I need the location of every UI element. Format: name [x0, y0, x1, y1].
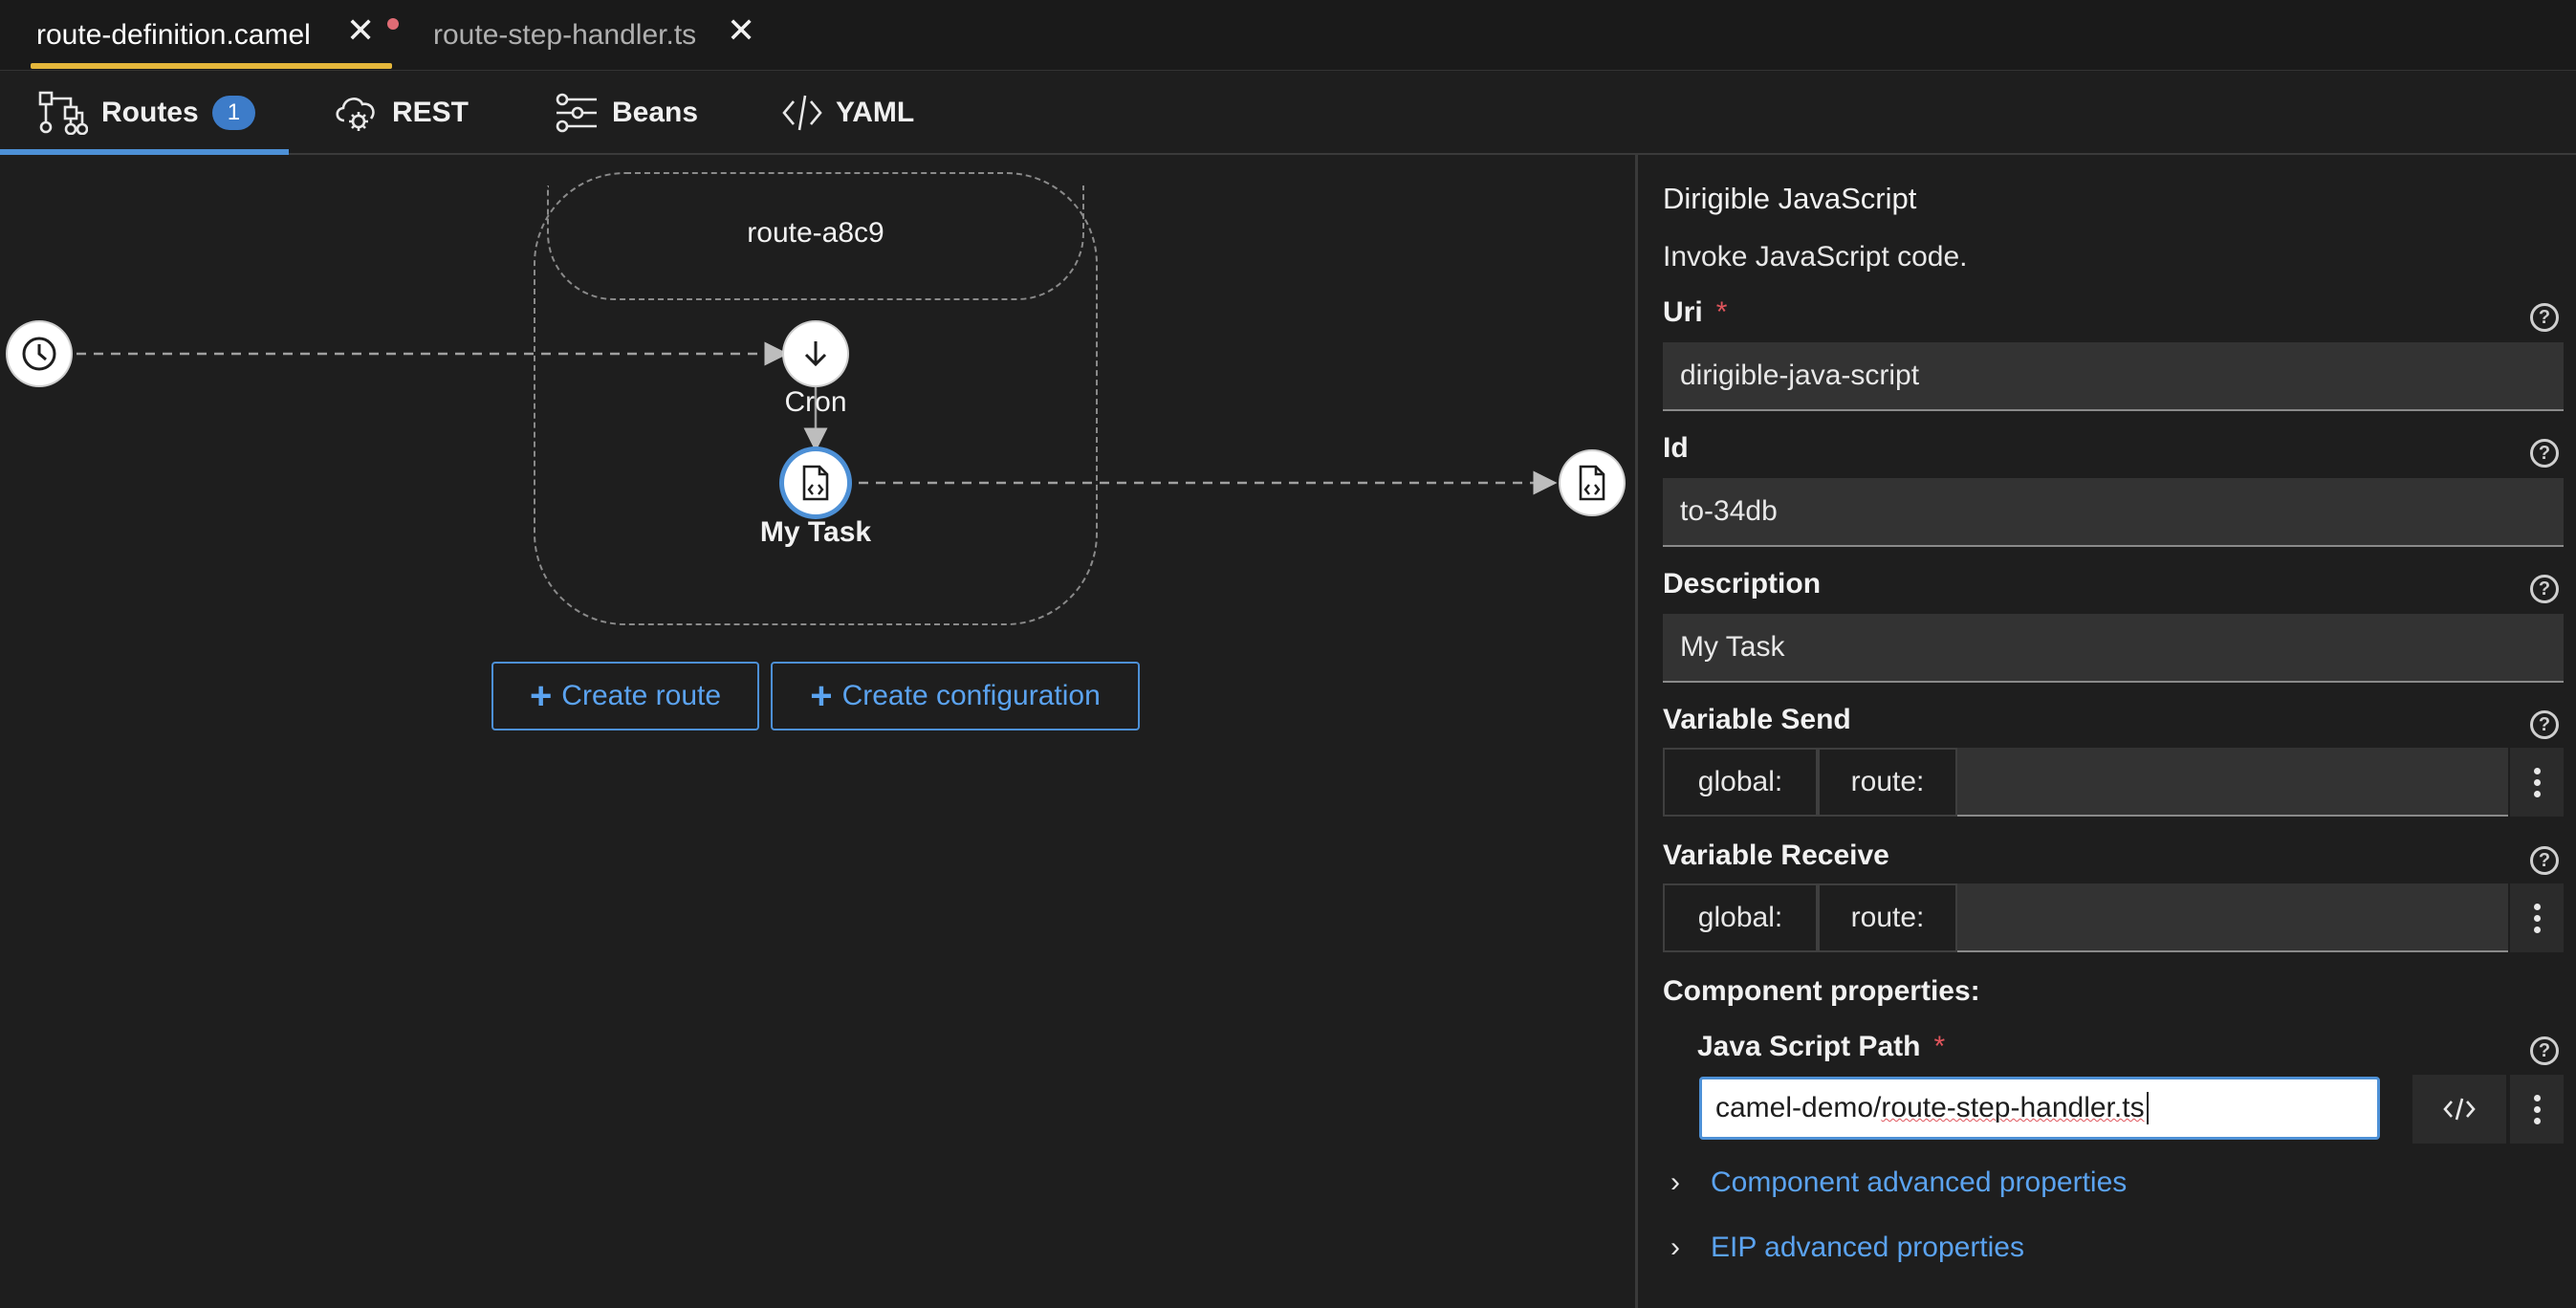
tab-routes[interactable]: Routes 1 [38, 71, 256, 155]
route-canvas[interactable]: route-a8c9 Cron My Task + Create route +… [0, 155, 1635, 1308]
tab-label: Routes [101, 97, 199, 128]
route-header[interactable]: route-a8c9 [547, 185, 1084, 300]
help-icon[interactable]: ? [2530, 710, 2559, 739]
variable-send-route-toggle[interactable]: route: [1818, 748, 1957, 817]
description-label: Description [1663, 568, 1822, 600]
arrow-down-icon [804, 341, 827, 367]
target-node[interactable] [1561, 451, 1624, 514]
code-icon [782, 95, 822, 131]
variable-receive-label: Variable Receive [1663, 839, 1889, 871]
task-node[interactable] [784, 451, 847, 514]
chevron-right-icon: › [1670, 1166, 1680, 1198]
create-configuration-button[interactable]: + Create configuration [771, 662, 1140, 730]
task-node-label: My Task [759, 516, 872, 548]
component-title: Dirigible JavaScript [1663, 182, 1917, 215]
tab-yaml[interactable]: YAML [782, 71, 914, 155]
chevron-right-icon: › [1670, 1232, 1680, 1263]
description-field[interactable]: My Task [1663, 614, 2564, 683]
eip-advanced-properties-label: EIP advanced properties [1711, 1232, 2024, 1263]
open-code-button[interactable] [2412, 1075, 2506, 1144]
uri-label-text: Uri [1663, 296, 1703, 328]
more-options-icon[interactable] [2508, 748, 2564, 817]
editor-tab-bar: route-definition.camel ✕ route-step-hand… [0, 0, 2576, 71]
variable-receive-global-toggle[interactable]: global: [1663, 883, 1818, 952]
java-script-path-input[interactable]: camel-demo/route-step-handler.ts [1699, 1077, 2380, 1140]
tab-label: REST [392, 97, 469, 128]
plus-icon: + [529, 675, 553, 717]
tab-label: YAML [836, 97, 915, 128]
help-icon[interactable]: ? [2530, 303, 2559, 332]
create-configuration-label: Create configuration [841, 680, 1101, 711]
variable-send-row: global: route: [1663, 748, 2564, 817]
eip-advanced-properties-toggle[interactable]: › EIP advanced properties [1663, 1232, 2024, 1264]
id-label: Id [1663, 432, 1689, 464]
sliders-icon [556, 93, 597, 133]
editor-tab-route-step-handler[interactable]: route-step-handler.ts [433, 0, 696, 71]
uri-field[interactable]: dirigible-java-script [1663, 342, 2564, 411]
cron-node-label: Cron [784, 386, 847, 418]
plus-icon: + [810, 675, 833, 717]
java-script-path-filename: route-step-handler.ts [1881, 1092, 2145, 1123]
properties-panel: Dirigible JavaScript Invoke JavaScript c… [1635, 155, 2576, 1308]
variable-send-global-toggle[interactable]: global: [1663, 748, 1818, 817]
text-caret [2146, 1092, 2149, 1124]
component-properties-heading: Component properties: [1663, 975, 1980, 1007]
file-code-icon [1579, 465, 1605, 501]
timer-node[interactable] [8, 322, 71, 385]
variable-receive-route-toggle[interactable]: route: [1818, 883, 1957, 952]
id-field[interactable]: to-34db [1663, 478, 2564, 547]
variable-send-input[interactable] [1957, 748, 2508, 817]
create-route-button[interactable]: + Create route [491, 662, 759, 730]
route-name: route-a8c9 [747, 217, 884, 249]
component-advanced-properties-toggle[interactable]: › Component advanced properties [1663, 1166, 2127, 1199]
close-icon[interactable]: ✕ [727, 13, 755, 48]
required-marker: * [1715, 296, 1728, 328]
clock-icon [22, 337, 56, 371]
more-options-icon[interactable] [2508, 883, 2564, 952]
required-marker: * [1933, 1031, 1946, 1062]
code-icon [2443, 1098, 2476, 1121]
help-icon[interactable]: ? [2530, 1036, 2559, 1065]
unsaved-indicator [387, 18, 399, 30]
file-code-icon [802, 465, 829, 501]
tab-beans[interactable]: Beans [555, 71, 698, 155]
java-script-path-label: Java Script Path * [1697, 1031, 1945, 1063]
component-description: Invoke JavaScript code. [1663, 241, 1968, 272]
tab-rest[interactable]: REST [333, 71, 469, 155]
component-advanced-properties-label: Component advanced properties [1711, 1166, 2128, 1198]
editor-tab-label: route-step-handler.ts [433, 19, 697, 51]
uri-label: Uri * [1663, 296, 1727, 329]
help-icon[interactable]: ? [2530, 846, 2559, 875]
java-script-path-prefix: camel-demo/ [1715, 1092, 1882, 1123]
java-script-path-label-text: Java Script Path [1697, 1031, 1921, 1062]
id-value: to-34db [1680, 495, 1778, 527]
tab-label: Beans [612, 97, 699, 128]
create-route-label: Create route [561, 680, 722, 711]
variable-receive-row: global: route: [1663, 883, 2564, 952]
variable-receive-input[interactable] [1957, 883, 2508, 952]
active-tab-indicator [31, 63, 392, 69]
cloud-gear-icon [336, 98, 375, 131]
editor-tab-route-definition[interactable]: route-definition.camel [36, 0, 311, 71]
cron-node[interactable] [784, 322, 847, 385]
description-value: My Task [1680, 631, 1785, 663]
view-tab-bar: Routes 1 REST Beans YAML [0, 71, 2576, 155]
uri-value: dirigible-java-script [1680, 360, 1920, 391]
help-icon[interactable]: ? [2530, 575, 2559, 603]
routes-count-badge: 1 [211, 96, 256, 130]
routes-icon [38, 91, 88, 135]
close-icon[interactable]: ✕ [346, 13, 375, 48]
more-options-icon[interactable] [2508, 1075, 2564, 1144]
editor-tab-label: route-definition.camel [36, 19, 311, 51]
variable-send-label: Variable Send [1663, 704, 1851, 735]
help-icon[interactable]: ? [2530, 439, 2559, 468]
